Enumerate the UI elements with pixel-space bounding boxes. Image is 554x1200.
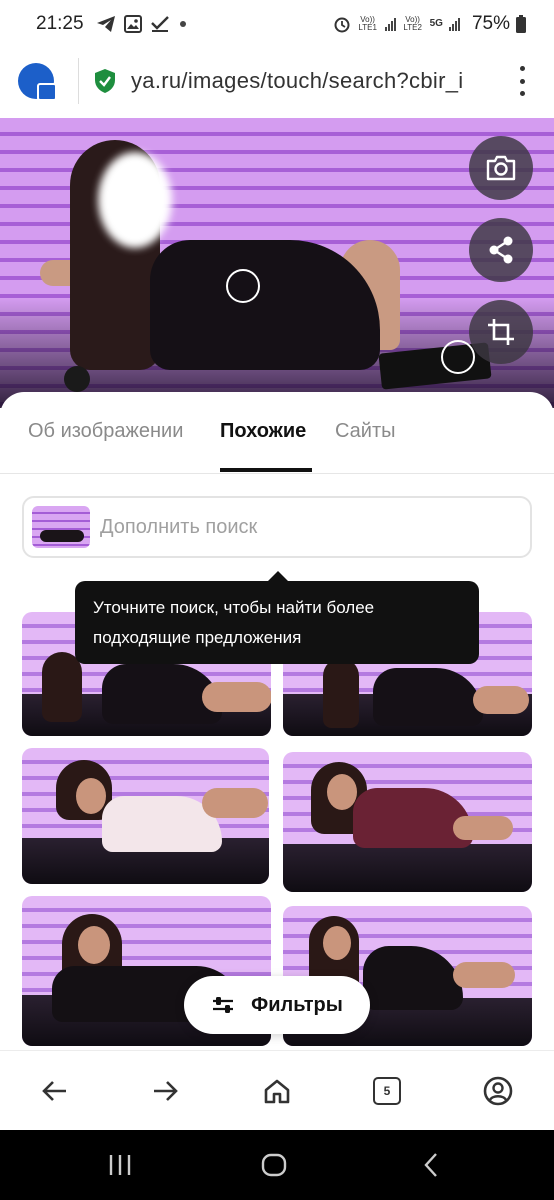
recents-icon[interactable] — [105, 1150, 135, 1180]
telegram-icon — [96, 16, 115, 32]
dot-icon — [179, 21, 186, 27]
tab-about-image[interactable]: Об изображении — [28, 420, 183, 443]
url-text[interactable]: ya.ru/images/touch/search?cbir_i — [131, 68, 501, 94]
tab-similar[interactable]: Похожие — [220, 420, 306, 443]
status-time: 21:25 — [36, 13, 84, 34]
home-icon[interactable] — [259, 1073, 295, 1109]
volte-lte1-icon: Vo)) LTE1 — [358, 15, 377, 32]
query-image-subject — [40, 130, 400, 380]
crop-icon[interactable] — [469, 300, 533, 364]
tabs-icon[interactable]: 5 — [369, 1073, 405, 1109]
back-chevron-icon[interactable] — [416, 1150, 446, 1180]
5g-icon: 5G — [429, 18, 443, 29]
refine-search-placeholder: Дополнить поиск — [100, 515, 258, 538]
check-icon — [150, 16, 169, 32]
camera-lens-icon[interactable] — [469, 136, 533, 200]
status-bar: 21:25 Vo)) LTE1 Vo)) LTE2 5G 75% — [0, 0, 554, 48]
browser-bottom-nav: 5 — [0, 1050, 554, 1130]
tab-bar: Об изображении Похожие Сайты — [0, 392, 554, 474]
object-hotspot[interactable] — [226, 269, 260, 303]
signal-icon — [448, 17, 460, 31]
volte-lte2-icon: Vo)) LTE2 — [403, 15, 422, 32]
shield-check-icon[interactable] — [93, 68, 117, 94]
status-notification-icons — [96, 15, 188, 33]
system-nav-bar — [0, 1130, 554, 1200]
gallery-icon — [123, 15, 142, 33]
more-vert-icon[interactable] — [520, 66, 526, 96]
object-hotspot[interactable] — [441, 340, 475, 374]
battery-icon — [516, 15, 526, 33]
similar-image[interactable] — [283, 752, 532, 892]
filters-button[interactable]: Фильтры — [184, 976, 370, 1034]
tab-count: 5 — [373, 1077, 401, 1105]
share-icon[interactable] — [469, 218, 533, 282]
home-circle-icon[interactable] — [259, 1150, 289, 1180]
address-bar: ya.ru/images/touch/search?cbir_i — [0, 48, 554, 114]
alarm-icon — [334, 17, 350, 33]
status-system-icons: Vo)) LTE1 Vo)) LTE2 5G 75% — [333, 13, 526, 35]
back-arrow-icon[interactable] — [37, 1073, 73, 1109]
query-image-mouse — [64, 366, 90, 392]
signal-icon — [384, 17, 396, 31]
address-divider — [78, 58, 79, 104]
profile-icon[interactable] — [480, 1073, 516, 1109]
refine-search-input[interactable]: Дополнить поиск — [22, 496, 532, 558]
active-tab-indicator — [220, 468, 312, 472]
battery-percent: 75% — [471, 13, 510, 34]
results-sheet: Об изображении Похожие Сайты Дополнить п… — [0, 392, 554, 582]
globe-lock-icon[interactable] — [18, 63, 57, 101]
filters-label: Фильтры — [251, 993, 343, 1016]
similar-image[interactable] — [22, 748, 269, 884]
search-image-thumbnail — [32, 506, 90, 548]
tab-sites[interactable]: Сайты — [335, 420, 396, 443]
forward-arrow-icon[interactable] — [147, 1073, 183, 1109]
sliders-icon — [213, 997, 234, 1013]
refine-search-tooltip: Уточните поиск, чтобы найти более подход… — [75, 571, 479, 664]
query-image[interactable] — [0, 118, 554, 408]
